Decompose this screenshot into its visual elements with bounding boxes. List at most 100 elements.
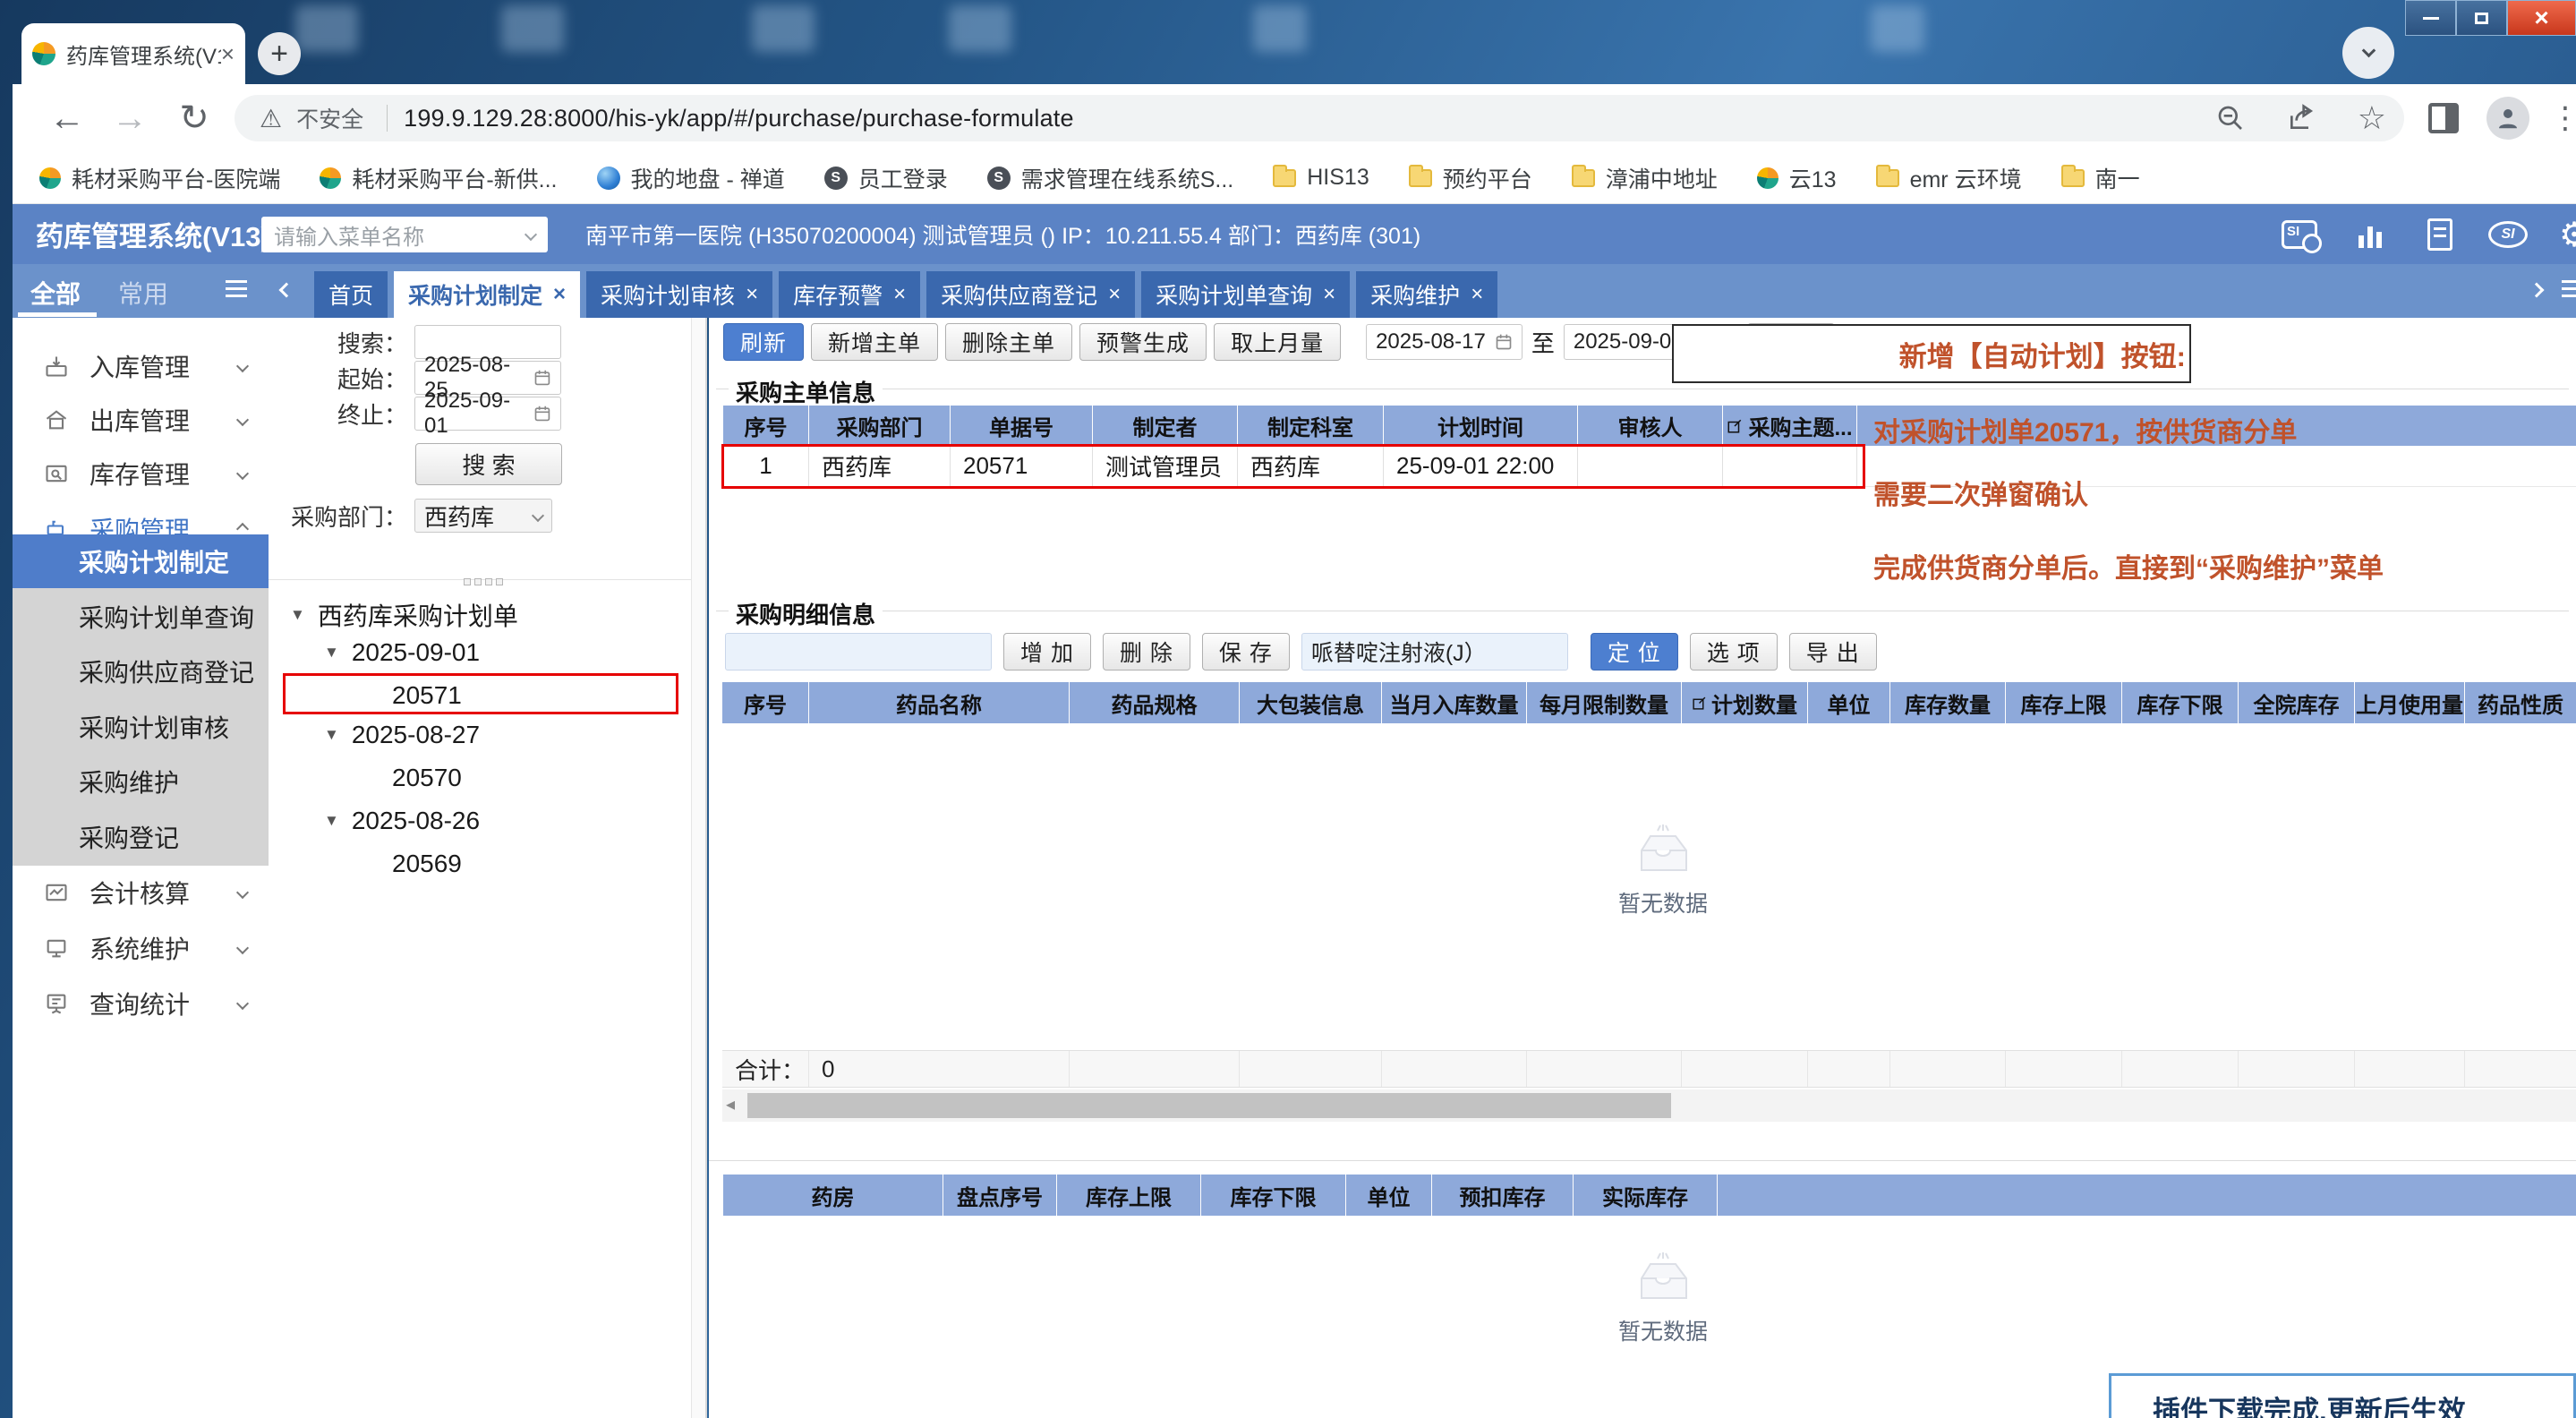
scrollbar-thumb[interactable] [747,1093,1671,1118]
column-header[interactable]: 制定科室 [1238,406,1384,446]
sidebar-item-stock[interactable]: 库存管理 [13,448,269,499]
submenu-purchase-register[interactable]: 采购登记 [13,810,269,864]
profile-button[interactable] [2483,95,2533,141]
submenu-supplier-register[interactable]: 采购供应商登记 [13,645,269,698]
tab-supplier-register[interactable]: 采购供应商登记× [926,271,1135,318]
export-button[interactable]: 导 出 [1789,633,1877,671]
zoom-out-icon[interactable] [2216,104,2245,132]
menu-filter-all[interactable]: 全部 [30,275,81,311]
tree-expand-icon[interactable]: ▼ [324,644,339,662]
end-date-input[interactable]: 2025-09-01 [414,397,561,431]
delete-master-button[interactable]: 删除主单 [945,323,1072,361]
dept-select[interactable]: 西药库 [414,499,552,533]
tab-close-icon[interactable]: × [221,40,235,68]
detail-delete-button[interactable]: 删 除 [1103,633,1190,671]
drug-name-input[interactable]: 哌替啶注射液(J） [1301,633,1568,671]
column-header[interactable]: 单据号 [951,406,1093,446]
tab-purchase-maintain[interactable]: 采购维护× [1356,271,1497,318]
column-header[interactable]: 库存下限 [1201,1175,1346,1216]
column-header[interactable]: 采购部门 [809,406,951,446]
share-icon[interactable] [2286,104,2316,132]
menu-filter-common[interactable]: 常用 [118,275,168,311]
tree-date-node[interactable]: ▼2025-08-26 [324,807,480,835]
column-header[interactable]: 每月限制数量 [1527,682,1682,723]
tree-bill-node[interactable]: 20570 [392,764,462,792]
tree-root[interactable]: ▼西药库采购计划单 [290,597,518,633]
browser-menu-button[interactable]: ⋮ [2546,95,2576,141]
insurance-card-icon[interactable]: SI [2280,215,2319,254]
scroll-tabs-left-icon[interactable] [281,284,292,300]
column-header[interactable]: 实际库存 [1574,1175,1718,1216]
column-header[interactable]: 序号 [722,682,809,723]
take-last-month-button[interactable]: 取上月量 [1214,323,1341,361]
tree-bill-node[interactable]: 20569 [392,850,462,878]
bookmark-item[interactable]: 预约平台 [1409,162,1532,194]
column-header[interactable]: 计划时间 [1384,406,1578,446]
forward-button[interactable]: → [107,84,152,152]
tab-home[interactable]: 首页 [314,271,388,318]
bookmark-item[interactable]: 耗材采购平台-医院端 [39,162,280,194]
menu-list-icon[interactable] [226,280,247,297]
settings-gear-icon[interactable]: ⚙ [2555,215,2576,254]
column-header[interactable]: 审核人 [1578,406,1723,446]
tab-purchase-plan-formulate[interactable]: 采购计划制定× [394,271,580,318]
sidebar-item-outbound[interactable]: 出库管理 [13,395,269,445]
scroll-left-icon[interactable]: ◂ [726,1093,735,1115]
search-button[interactable]: 搜 索 [415,443,562,485]
column-header[interactable]: 单位 [1346,1175,1432,1216]
window-minimize-button[interactable] [2405,0,2456,36]
column-header[interactable]: 全院库存 [2239,682,2355,723]
locate-button[interactable]: 定 位 [1591,633,1678,671]
new-tab-button[interactable]: + [258,32,301,75]
column-header[interactable]: 序号 [723,406,809,446]
column-header[interactable]: 预扣库存 [1432,1175,1574,1216]
column-header[interactable]: 制定者 [1093,406,1238,446]
column-header[interactable]: 库存上限 [1057,1175,1201,1216]
detail-search-input[interactable] [725,633,992,671]
reload-button[interactable]: ↻ [172,84,217,152]
tree-expand-icon[interactable]: ▼ [290,606,305,624]
panel-scrollbar[interactable] [691,318,705,1418]
tree-date-node[interactable]: ▼2025-08-27 [324,721,480,749]
window-close-button[interactable]: × [2507,0,2576,36]
tab-close-icon[interactable]: × [746,282,758,307]
tree-date-node[interactable]: ▼2025-09-01 [324,638,480,667]
column-header[interactable]: 盘点序号 [943,1175,1057,1216]
refresh-button[interactable]: 刷新 [723,323,804,361]
split-view-button[interactable] [2418,95,2469,141]
tab-close-icon[interactable]: × [553,282,566,307]
add-master-button[interactable]: 新增主单 [811,323,938,361]
address-bar[interactable]: ⚠ 不安全 199.9.129.28:8000/his-yk/app/#/pur… [235,95,2404,141]
sidebar-item-query-stats[interactable]: 查询统计 [13,978,269,1029]
bookmark-item[interactable]: emr 云环境 [1876,162,2022,194]
bookmark-star-icon[interactable]: ☆ [2358,99,2386,137]
tab-close-icon[interactable]: × [1323,282,1335,307]
submenu-purchase-maintain[interactable]: 采购维护 [13,755,269,808]
tab-purchase-plan-audit[interactable]: 采购计划审核× [586,271,772,318]
bookmark-item[interactable]: HIS13 [1273,165,1369,191]
column-header[interactable]: 上月使用量 [2355,682,2465,723]
column-header[interactable]: 药品名称 [809,682,1070,723]
splitter-handle[interactable] [464,574,507,590]
tab-search-button[interactable] [2342,27,2394,79]
detail-hscrollbar[interactable]: ◂ [722,1089,2576,1122]
bookmark-item[interactable]: 我的地盘 - 禅道 [597,162,785,194]
column-header[interactable]: 药房 [723,1175,943,1216]
security-label[interactable]: 不安全 [296,102,363,134]
options-button[interactable]: 选 项 [1690,633,1778,671]
column-header[interactable]: 大包装信息 [1240,682,1382,723]
browser-tab[interactable]: 药库管理系统(V13) - 采购计划制 × [21,23,245,84]
sidebar-item-accounting[interactable]: 会计核算 [13,867,269,918]
column-header[interactable]: 库存上限 [2006,682,2122,723]
menu-search-select[interactable]: 请输入菜单名称 [261,217,548,252]
tree-expand-icon[interactable]: ▼ [324,726,339,744]
back-button[interactable]: ← [45,84,90,152]
detail-save-button[interactable]: 保 存 [1202,633,1290,671]
column-header[interactable]: 采购主题... [1723,406,1857,446]
sidebar-item-inbound[interactable]: 入库管理 [13,341,269,391]
tab-list-icon[interactable] [2562,280,2576,297]
scroll-tabs-right-icon[interactable] [2531,284,2542,300]
submenu-plan-query[interactable]: 采购计划单查询 [13,590,269,644]
tab-plan-query[interactable]: 采购计划单查询× [1141,271,1350,318]
window-maximize-button[interactable] [2456,0,2507,36]
